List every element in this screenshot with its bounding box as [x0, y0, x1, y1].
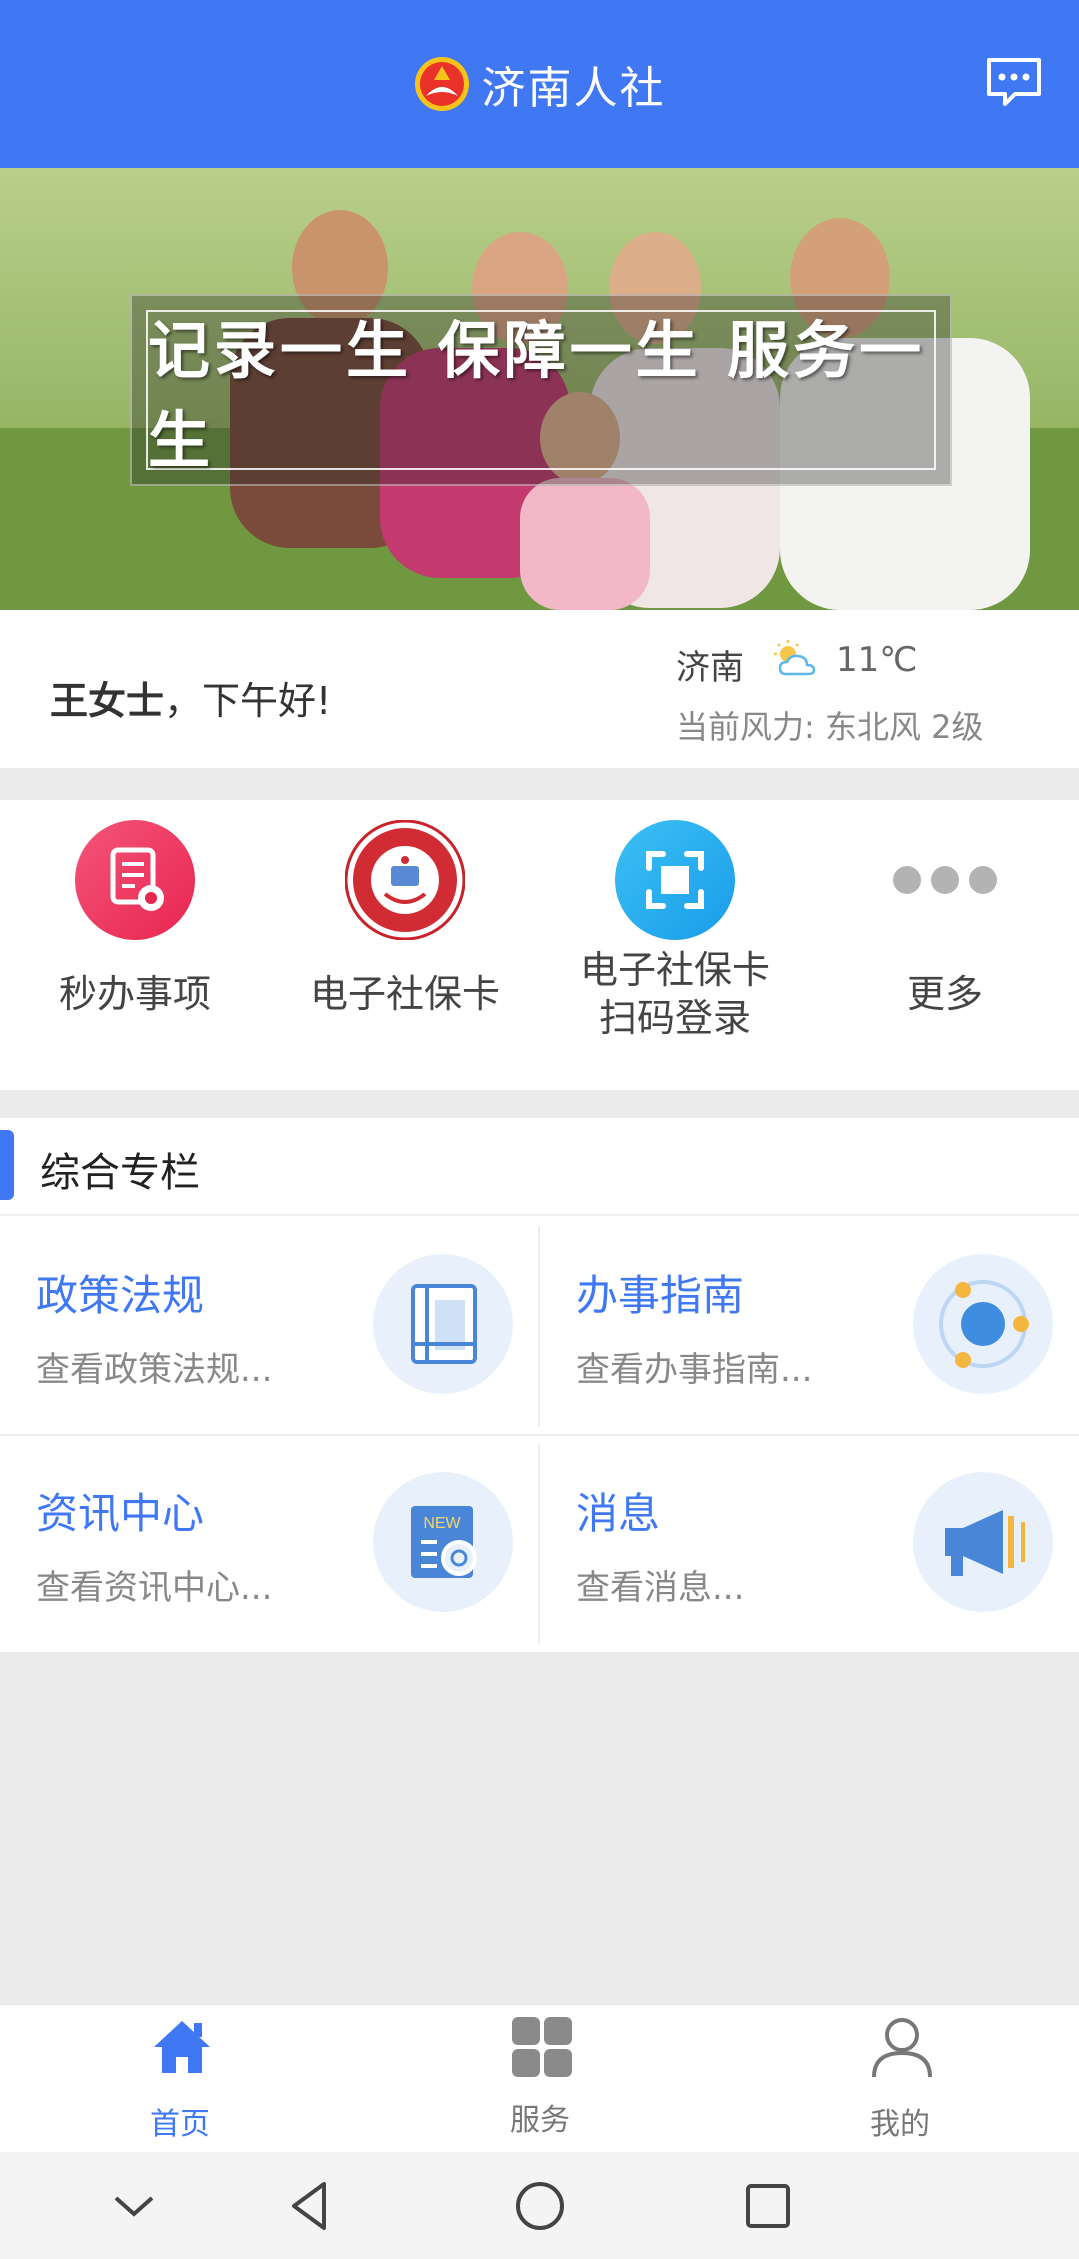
quick-action-more[interactable]: 更多 — [810, 800, 1079, 1090]
card-subtitle: 查看消息... — [576, 1568, 745, 1608]
card-subtitle: 查看政策法规... — [36, 1350, 273, 1390]
weather-wind: 当前风力: 东北风 2级 — [676, 708, 984, 746]
quick-action-social-security-card[interactable]: 电子社保卡 — [270, 800, 540, 1090]
greeting-panel: 王女士，下午好! 济南 11℃ 当前风力: 东北风 2级 — [0, 610, 1079, 768]
greeting-suffix: ，下午好! — [164, 679, 332, 723]
app-header: 济南人社 — [0, 0, 1079, 168]
quick-action-label-line2: 扫码登录 — [598, 996, 751, 1040]
chat-message-icon[interactable] — [985, 56, 1043, 108]
svg-text:NEW: NEW — [423, 1515, 461, 1532]
tab-services[interactable]: 服务 — [430, 2005, 650, 2153]
banner-slogan: 记录一生 保障一生 服务一生 — [148, 314, 926, 477]
quick-action-scan-login[interactable]: 电子社保卡 扫码登录 — [540, 800, 810, 1090]
divider — [0, 1214, 1079, 1216]
back-triangle-icon[interactable] — [280, 2176, 340, 2236]
document-badge-icon — [75, 820, 195, 940]
system-nav-bar — [0, 2152, 1079, 2259]
card-news[interactable]: 资讯中心 查看资讯中心... NEW — [0, 1436, 539, 1652]
quick-action-label-line1: 电子社保卡 — [579, 948, 770, 992]
tab-home[interactable]: 首页 — [70, 2005, 290, 2153]
bottom-tab-bar: 首页 服务 我的 — [0, 2004, 1079, 2152]
social-security-card-icon — [345, 820, 465, 940]
weather-temperature: 11℃ — [836, 640, 918, 680]
home-icon — [154, 2021, 210, 2073]
tab-mine[interactable]: 我的 — [790, 2005, 1010, 2153]
slogan-box: 记录一生 保障一生 服务一生 — [130, 294, 952, 486]
app-title: 济南人社 — [481, 63, 666, 114]
card-title: 消息 — [576, 1489, 661, 1538]
card-title: 政策法规 — [36, 1271, 205, 1320]
quick-action-instant-service[interactable]: 秒办事项 — [0, 800, 270, 1090]
card-subtitle: 查看办事指南... — [576, 1350, 813, 1390]
section-accent-bar — [0, 1130, 14, 1200]
quick-action-label: 秒办事项 — [58, 972, 211, 1016]
section-title: 综合专栏 — [40, 1150, 200, 1196]
quick-action-label: 更多 — [906, 972, 983, 1016]
tab-label: 服务 — [510, 2103, 570, 2138]
weather-city: 济南 — [676, 648, 744, 688]
card-title: 资讯中心 — [36, 1489, 205, 1538]
chevron-down-icon[interactable] — [104, 2176, 164, 2236]
header-title-wrap: 济南人社 — [0, 52, 1079, 116]
megaphone-icon — [913, 1472, 1053, 1612]
tab-label: 我的 — [870, 2107, 930, 2142]
tab-label: 首页 — [150, 2107, 210, 2142]
more-dots-icon — [893, 866, 997, 894]
slogan-inner: 记录一生 保障一生 服务一生 — [146, 310, 936, 477]
recents-square-icon[interactable] — [738, 2176, 798, 2236]
book-icon — [373, 1254, 513, 1394]
jinan-hrss-logo-icon — [414, 57, 469, 111]
partly-cloudy-icon — [774, 640, 816, 676]
user-icon — [872, 2018, 932, 2078]
quick-actions: 秒办事项 电子社保卡 电子社保卡 扫码登录 更多 — [0, 800, 1079, 1090]
comprehensive-column: 综合专栏 政策法规 查看政策法规... 办事指南 查看办事指南... 资讯中心 … — [0, 1118, 1079, 1652]
user-name: 王女士 — [50, 679, 165, 723]
card-guide[interactable]: 办事指南 查看办事指南... — [540, 1218, 1079, 1434]
card-title: 办事指南 — [576, 1271, 745, 1320]
news-icon: NEW — [373, 1472, 513, 1612]
card-policies[interactable]: 政策法规 查看政策法规... — [0, 1218, 539, 1434]
card-messages[interactable]: 消息 查看消息... — [540, 1436, 1079, 1652]
quick-action-label: 电子社保卡 — [309, 972, 500, 1016]
greeting-text: 王女士，下午好! — [50, 670, 331, 725]
home-circle-icon[interactable] — [510, 2176, 570, 2236]
scan-icon — [615, 820, 735, 940]
card-subtitle: 查看资讯中心... — [36, 1568, 273, 1608]
grid-icon — [512, 2017, 572, 2077]
hero-banner[interactable]: 记录一生 保障一生 服务一生 — [0, 168, 1079, 610]
orbit-icon — [913, 1254, 1053, 1394]
